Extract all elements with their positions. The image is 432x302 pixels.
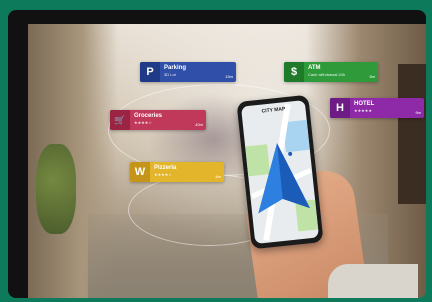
tag-name: HOTEL <box>354 101 375 107</box>
cart-icon: 🛒 <box>110 110 130 130</box>
navigation-arrow-icon <box>258 143 310 214</box>
smartphone: CITY MAP <box>236 94 324 250</box>
tag-name: ATM <box>308 65 321 71</box>
tag-groceries[interactable]: 🛒 Groceries ★★★★☆ 40m <box>110 110 206 130</box>
tag-distance: 40m <box>195 122 203 127</box>
sleeve <box>328 264 418 298</box>
tag-distance: 8m <box>215 174 221 179</box>
phone-screen[interactable]: CITY MAP <box>240 100 320 244</box>
tag-name: Groceries <box>134 113 163 119</box>
tag-subtitle: ★★★★☆ <box>134 120 152 125</box>
wifi-icon: W <box>130 162 150 182</box>
tag-parking[interactable]: P Parking 3D Lot 15m <box>140 62 236 82</box>
tag-subtitle: Cash withdrawal 24h <box>308 72 346 77</box>
atm-icon: $ <box>284 62 304 82</box>
tag-pizzeria[interactable]: W Pizzeria ★★★★☆ 8m <box>130 162 224 182</box>
hotel-icon: H <box>330 98 350 118</box>
tag-distance: 15m <box>225 74 233 79</box>
tag-subtitle: ★★★★★ <box>354 108 372 113</box>
tag-atm[interactable]: $ ATM Cash withdrawal 24h 5m <box>284 62 378 82</box>
tag-distance: 5m <box>369 74 375 79</box>
building-door <box>398 64 426 204</box>
tag-distance: 9m <box>415 110 421 115</box>
image-frame: P Parking 3D Lot 15m $ ATM Cash withdraw… <box>8 10 426 298</box>
tag-name: Parking <box>164 65 187 71</box>
tag-subtitle: ★★★★☆ <box>154 172 172 177</box>
street-scene: P Parking 3D Lot 15m $ ATM Cash withdraw… <box>28 24 426 298</box>
plant <box>36 144 76 234</box>
parking-icon: P <box>140 62 160 82</box>
tag-subtitle: 3D Lot <box>164 72 176 77</box>
tag-name: Pizzeria <box>154 165 177 171</box>
tag-hotel[interactable]: H HOTEL ★★★★★ 9m <box>330 98 424 118</box>
